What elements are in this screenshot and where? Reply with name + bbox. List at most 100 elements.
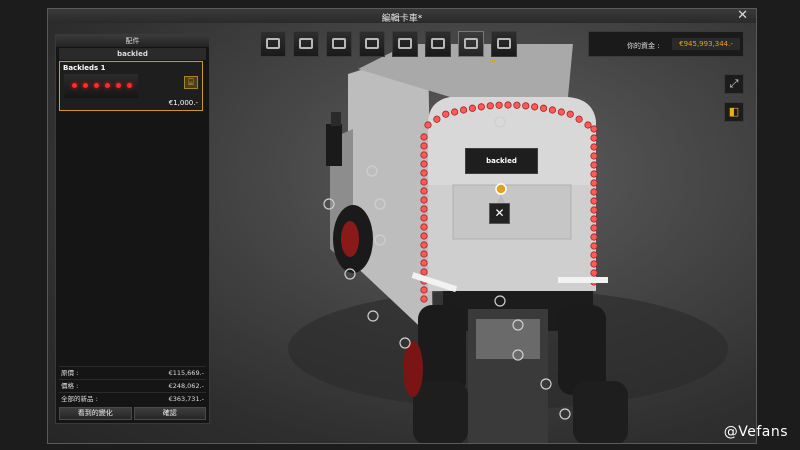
hotspot-marker[interactable]	[559, 408, 571, 420]
total-label: 原價 :	[61, 369, 79, 377]
led-light	[420, 178, 428, 186]
title-bar: 編輯卡車* ✕	[48, 9, 756, 24]
item-preview-image	[64, 74, 138, 98]
transmission-icon[interactable]	[359, 31, 385, 57]
total-value: €115,669.-	[168, 369, 204, 377]
led-light	[590, 260, 598, 268]
led-light	[477, 103, 485, 111]
led-light	[420, 214, 428, 222]
led-light	[420, 196, 428, 204]
led-dot	[116, 83, 121, 88]
engine-icon[interactable]	[326, 31, 352, 57]
led-light	[590, 206, 598, 214]
category-toolbar	[260, 31, 517, 57]
led-light	[590, 125, 598, 133]
part-tooltip: backled	[465, 148, 538, 174]
cart-icon[interactable]: ⌸	[184, 76, 198, 89]
led-light	[590, 215, 598, 223]
led-light	[420, 241, 428, 249]
led-dot	[127, 83, 132, 88]
led-light	[590, 269, 598, 277]
interior-icon[interactable]	[425, 31, 451, 57]
led-light	[420, 250, 428, 258]
total-label: 全部的新品 :	[61, 395, 98, 403]
total-value: €248,062.-	[168, 382, 204, 390]
chassis-icon[interactable]	[293, 31, 319, 57]
remove-icon[interactable]: ✕	[489, 203, 510, 224]
fullscreen-icon[interactable]: ⤢	[724, 74, 744, 94]
cab-icon[interactable]	[260, 31, 286, 57]
led-light	[531, 103, 539, 111]
accessories-icon[interactable]	[458, 31, 484, 57]
led-light	[590, 134, 598, 142]
led-light	[420, 205, 428, 213]
led-light	[575, 115, 583, 123]
led-dot	[83, 83, 88, 88]
led-light	[513, 101, 521, 109]
panel-title: 配件	[56, 35, 209, 47]
total-label: 價格 :	[61, 382, 79, 390]
led-light	[459, 106, 468, 114]
led-light	[420, 295, 428, 303]
led-light	[566, 110, 574, 118]
led-light	[420, 232, 428, 240]
led-light	[548, 106, 557, 114]
led-light	[590, 251, 598, 259]
total-row-original: 原價 : €115,669.-	[59, 366, 206, 379]
led-light	[433, 115, 441, 123]
led-light	[590, 179, 598, 187]
led-light	[590, 233, 598, 241]
led-light	[590, 188, 598, 196]
item-price: €1,000.-	[168, 99, 198, 107]
led-light	[504, 101, 512, 109]
parts-panel: 配件 backled Backleds 1 ⌸ €1,000.- 原價 : €1…	[55, 34, 210, 424]
led-light	[590, 224, 598, 232]
active-tab-marker	[489, 59, 497, 63]
funds-display: 你的資金 : €945,993,344.-	[588, 31, 744, 57]
item-card-backleds[interactable]: Backleds 1 ⌸ €1,000.-	[59, 61, 203, 111]
led-light	[420, 223, 428, 231]
led-light	[590, 152, 598, 160]
wheels-icon[interactable]	[491, 31, 517, 57]
led-light	[590, 242, 598, 250]
led-light	[420, 133, 428, 141]
confirm-button[interactable]: 確認	[133, 407, 206, 420]
paint-icon[interactable]	[392, 31, 418, 57]
led-light	[539, 104, 548, 112]
led-light	[442, 110, 450, 118]
led-light	[420, 259, 428, 267]
panel-category: backled	[59, 48, 206, 60]
led-light	[584, 121, 592, 129]
led-light	[424, 121, 432, 129]
led-light	[420, 160, 428, 168]
led-light	[420, 151, 428, 159]
led-light	[495, 101, 503, 109]
led-light	[451, 108, 459, 116]
led-light	[522, 102, 530, 110]
view-changes-button[interactable]: 看到的變化	[59, 407, 132, 420]
truck-editor-window: 編輯卡車* ✕ 配件 backled Backleds 1 ⌸ €1,000.-…	[47, 8, 757, 444]
led-light	[557, 108, 565, 116]
led-light	[590, 170, 598, 178]
close-button[interactable]: ✕	[737, 9, 748, 23]
funds-label: 你的資金 :	[627, 42, 660, 50]
watermark: @Vefans	[723, 424, 788, 440]
led-light	[420, 268, 428, 276]
price-summary: 原價 : €115,669.- 價格 : €248,062.- 全部的新品 : …	[59, 366, 206, 405]
led-light	[468, 104, 477, 112]
led-light	[590, 161, 598, 169]
total-row-price: 價格 : €248,062.-	[59, 379, 206, 392]
funds-value: €945,993,344.-	[672, 38, 740, 50]
total-row-new: 全部的新品 : €363,731.-	[59, 392, 206, 405]
headlight-icon[interactable]: ◧	[724, 102, 744, 122]
window-title: 編輯卡車*	[381, 14, 423, 24]
led-light	[420, 142, 428, 150]
led-light	[420, 169, 428, 177]
led-dot	[94, 83, 99, 88]
total-value: €363,731.-	[168, 395, 204, 403]
item-name: Backleds 1	[63, 64, 106, 72]
led-light	[486, 102, 494, 110]
led-light	[590, 197, 598, 205]
led-dot	[105, 83, 110, 88]
led-light	[590, 143, 598, 151]
